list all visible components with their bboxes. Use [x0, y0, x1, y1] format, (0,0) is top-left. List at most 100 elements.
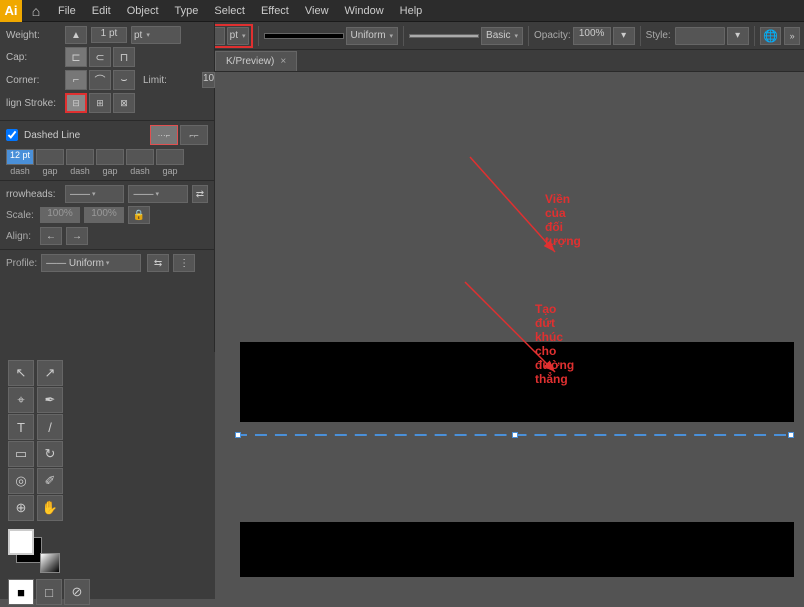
blend-tool-btn[interactable]: ◎	[8, 468, 34, 494]
align-stroke-label: lign Stroke:	[6, 98, 61, 109]
dash-input-6[interactable]	[156, 149, 184, 165]
cap-btn-flat[interactable]: ⊏	[65, 47, 87, 67]
align-inside-btn[interactable]: ⊞	[89, 93, 111, 113]
menu-file[interactable]: File	[50, 3, 84, 19]
menu-type[interactable]: Type	[167, 3, 207, 19]
weight-input[interactable]: 1 pt	[91, 27, 127, 43]
corner-buttons: ⌐ ⌒ ⌣	[65, 70, 135, 90]
home-icon[interactable]: ⌂	[22, 0, 50, 22]
rotate-tool-btn[interactable]: ↻	[37, 441, 63, 467]
style-dropdown-btn[interactable]: ▾	[727, 27, 749, 45]
uniform-dropdown[interactable]: Uniform▾	[346, 27, 399, 45]
line-tool-btn[interactable]: /	[37, 414, 63, 440]
black-rect-bottom	[240, 522, 794, 577]
corner-btn-bevel[interactable]: ⌣	[113, 70, 135, 90]
selection-tool-btn[interactable]: ↖	[8, 360, 34, 386]
dashed-checkbox-row: Dashed Line ⋯⌐ ⌐⌐	[6, 125, 208, 145]
scale-input-2[interactable]: 100%	[84, 207, 124, 223]
dash-input-4[interactable]	[96, 149, 124, 165]
type-tool-btn[interactable]: T	[8, 414, 34, 440]
fill-btn[interactable]: ■	[8, 579, 34, 605]
align-outside-btn[interactable]: ⊠	[113, 93, 135, 113]
menu-select[interactable]: Select	[206, 3, 253, 19]
dashed-section: Dashed Line ⋯⌐ ⌐⌐ 12 pt dash gap dash ga…	[0, 121, 214, 181]
arrowheads-label: rrowheads:	[6, 189, 61, 200]
cap-row: Cap: ⊏ ⊂ ⊓	[6, 47, 208, 67]
corner-label: Corner:	[6, 75, 61, 86]
menu-object[interactable]: Object	[119, 3, 167, 19]
scale-link-btn[interactable]: 🔒	[128, 206, 150, 224]
arrowhead-swap-btn[interactable]: ⇄	[192, 185, 208, 203]
dash-lbl-3: dash	[66, 166, 94, 176]
hand-tool-btn[interactable]: ✋	[37, 495, 63, 521]
dash-input-1[interactable]: 12 pt	[6, 149, 34, 165]
arrowhead-align-row: Align: ← →	[6, 227, 208, 245]
arrowhead-end-dropdown[interactable]: ——▾	[128, 185, 187, 203]
foreground-color-box[interactable]	[8, 529, 34, 555]
dashed-style-btn-2[interactable]: ⌐⌐	[180, 125, 208, 145]
eyedropper-tool-btn[interactable]: ✐	[37, 468, 63, 494]
direct-selection-tool-btn[interactable]: ↗	[37, 360, 63, 386]
style-dropdown[interactable]	[675, 27, 725, 45]
corner-btn-round[interactable]: ⌒	[89, 70, 111, 90]
app-icon: Ai	[0, 0, 22, 22]
stroke-btn[interactable]: □	[36, 579, 62, 605]
align-center-btn[interactable]: ⊟	[65, 93, 87, 113]
expand-btn[interactable]: »	[784, 27, 800, 45]
swap-colors-btn[interactable]	[40, 553, 60, 573]
dash-input-3[interactable]	[66, 149, 94, 165]
align-stroke-row: lign Stroke: ⊟ ⊞ ⊠	[6, 93, 208, 113]
annotation-border-text: Viền của đối tượng	[545, 192, 581, 248]
canvas-tab[interactable]: K/Preview) ×	[215, 51, 297, 71]
tab-close-btn[interactable]: ×	[280, 56, 286, 67]
opacity-dropdown-btn[interactable]: ▾	[613, 27, 635, 45]
stroke-preview-section: Uniform▾	[264, 27, 399, 45]
align-left-btn[interactable]: ←	[40, 227, 62, 245]
dash-input-2[interactable]	[36, 149, 64, 165]
globe-btn[interactable]: 🌐	[760, 27, 782, 45]
dash-inputs-row: 12 pt	[6, 149, 208, 165]
dash-input-5[interactable]	[126, 149, 154, 165]
none-btn[interactable]: ⊘	[64, 579, 90, 605]
menu-effect[interactable]: Effect	[253, 3, 297, 19]
zoom-tool-btn[interactable]: ⊕	[8, 495, 34, 521]
cap-btn-round[interactable]: ⊂	[89, 47, 111, 67]
arrowhead-start-dropdown[interactable]: ——▾	[65, 185, 124, 203]
weight-unit-dropdown[interactable]: pt ▾	[131, 26, 181, 44]
weight-label: Weight:	[6, 30, 61, 41]
cap-btn-square[interactable]: ⊓	[113, 47, 135, 67]
opacity-input[interactable]: 100%	[573, 27, 611, 45]
opacity-section: Opacity: 100% ▾	[534, 27, 635, 45]
corner-btn-miter[interactable]: ⌐	[65, 70, 87, 90]
stroke-unit-dropdown[interactable]: pt ▾	[227, 27, 249, 45]
arrowheads-section: rrowheads: ——▾ ——▾ ⇄ Scale: 100% 100% 🔒 …	[0, 181, 214, 250]
menu-edit[interactable]: Edit	[84, 3, 119, 19]
dashed-line-checkbox[interactable]	[6, 129, 18, 141]
tab-bar: K/Preview) ×	[215, 50, 804, 72]
profile-options-btn[interactable]: ⋮	[173, 254, 195, 272]
dashed-style-buttons: ⋯⌐ ⌐⌐	[150, 125, 208, 145]
profile-dropdown[interactable]: —— Uniform▾	[41, 254, 141, 272]
scale-input-1[interactable]: 100%	[40, 207, 80, 223]
basic-dropdown[interactable]: Basic▾	[481, 27, 523, 45]
handle-mid[interactable]	[512, 432, 518, 438]
dashed-style-btn-1[interactable]: ⋯⌐	[150, 125, 178, 145]
weight-spinner-up[interactable]: ▲	[65, 26, 87, 44]
canvas-area: Viền của đối tượng Tạo đứt khúc cho đườn…	[215, 72, 804, 577]
pen-tool-btn[interactable]: ✒	[37, 387, 63, 413]
limit-input[interactable]: 10	[202, 72, 215, 88]
profile-flip-btn[interactable]: ⇆	[147, 254, 169, 272]
dash-lbl-6: gap	[156, 166, 184, 176]
handle-right[interactable]	[788, 432, 794, 438]
menu-help[interactable]: Help	[392, 3, 431, 19]
lasso-tool-btn[interactable]: ⌖	[8, 387, 34, 413]
handle-left[interactable]	[235, 432, 241, 438]
rectangle-tool-btn[interactable]: ▭	[8, 441, 34, 467]
dash-labels-row: dash gap dash gap dash gap	[6, 166, 208, 176]
basic-section: Basic▾	[409, 27, 523, 45]
dash-lbl-4: gap	[96, 166, 124, 176]
menu-window[interactable]: Window	[337, 3, 392, 19]
menu-view[interactable]: View	[297, 3, 337, 19]
cap-buttons: ⊏ ⊂ ⊓	[65, 47, 135, 67]
align-right-btn[interactable]: →	[66, 227, 88, 245]
